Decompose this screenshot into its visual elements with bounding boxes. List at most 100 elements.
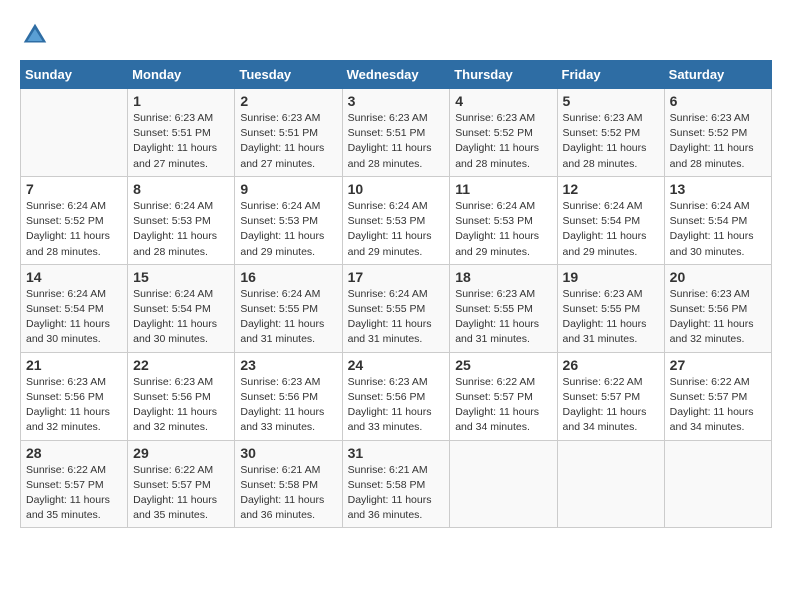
calendar-cell: 4Sunrise: 6:23 AM Sunset: 5:52 PM Daylig… (450, 89, 557, 177)
day-detail: Sunrise: 6:21 AM Sunset: 5:58 PM Dayligh… (348, 463, 445, 524)
logo (20, 20, 54, 50)
day-number: 28 (26, 445, 122, 461)
calendar-header-cell: Wednesday (342, 61, 450, 89)
calendar-cell: 24Sunrise: 6:23 AM Sunset: 5:56 PM Dayli… (342, 352, 450, 440)
calendar-cell (21, 89, 128, 177)
day-detail: Sunrise: 6:24 AM Sunset: 5:55 PM Dayligh… (240, 287, 336, 348)
day-number: 30 (240, 445, 336, 461)
calendar-header-cell: Saturday (664, 61, 771, 89)
calendar-cell: 13 Sunrise: 6:24 AM Sunset: 5:54 PM Dayli… (664, 176, 771, 264)
calendar-header-cell: Tuesday (235, 61, 342, 89)
day-detail: Sunrise: 6:23 AM Sunset: 5:51 PM Dayligh… (348, 111, 445, 172)
calendar-cell: 30Sunrise: 6:21 AM Sunset: 5:58 PM Dayli… (235, 440, 342, 528)
day-detail: Sunrise: 6:24 AM Sunset: 5:53 PM Dayligh… (240, 199, 336, 260)
day-number: 10 (348, 181, 445, 197)
day-number: 5 (563, 93, 659, 109)
calendar-header-cell: Monday (128, 61, 235, 89)
day-detail: Sunrise: 6:24 AM Sunset: 5:54 PM Dayligh… (26, 287, 122, 348)
calendar-cell: 8Sunrise: 6:24 AM Sunset: 5:53 PM Daylig… (128, 176, 235, 264)
calendar-cell: 7Sunrise: 6:24 AM Sunset: 5:52 PM Daylig… (21, 176, 128, 264)
day-detail: Sunrise: 6:24 AM Sunset: 5:54 PM Dayligh… (563, 199, 659, 260)
calendar-cell: 25 Sunrise: 6:22 AM Sunset: 5:57 PM Dayli… (450, 352, 557, 440)
day-number: 7 (26, 181, 122, 197)
calendar-cell: 1 Sunrise: 6:23 AM Sunset: 5:51 PM Daylig… (128, 89, 235, 177)
calendar-table: SundayMondayTuesdayWednesdayThursdayFrid… (20, 60, 772, 528)
day-number: 4 (455, 93, 551, 109)
day-number: 31 (348, 445, 445, 461)
calendar-cell: 10 Sunrise: 6:24 AM Sunset: 5:53 PM Dayli… (342, 176, 450, 264)
day-detail: Sunrise: 6:23 AM Sunset: 5:55 PM Dayligh… (455, 287, 551, 348)
day-number: 14 (26, 269, 122, 285)
day-number: 20 (670, 269, 766, 285)
day-detail: Sunrise: 6:22 AM Sunset: 5:57 PM Dayligh… (563, 375, 659, 436)
day-number: 12 (563, 181, 659, 197)
day-number: 29 (133, 445, 229, 461)
calendar-header-cell: Sunday (21, 61, 128, 89)
calendar-row: 28 Sunrise: 6:22 AM Sunset: 5:57 PM Dayli… (21, 440, 772, 528)
calendar-cell: 19Sunrise: 6:23 AM Sunset: 5:55 PM Dayli… (557, 264, 664, 352)
day-detail: Sunrise: 6:23 AM Sunset: 5:51 PM Dayligh… (240, 111, 336, 172)
calendar-header-cell: Thursday (450, 61, 557, 89)
calendar-cell: 17 Sunrise: 6:24 AM Sunset: 5:55 PM Dayli… (342, 264, 450, 352)
day-detail: Sunrise: 6:24 AM Sunset: 5:54 PM Dayligh… (670, 199, 766, 260)
calendar-cell: 21 Sunrise: 6:23 AM Sunset: 5:56 PM Dayli… (21, 352, 128, 440)
day-detail: Sunrise: 6:24 AM Sunset: 5:53 PM Dayligh… (348, 199, 445, 260)
day-detail: Sunrise: 6:22 AM Sunset: 5:57 PM Dayligh… (455, 375, 551, 436)
day-number: 11 (455, 181, 551, 197)
calendar-cell: 6 Sunrise: 6:23 AM Sunset: 5:52 PM Daylig… (664, 89, 771, 177)
calendar-cell (664, 440, 771, 528)
day-number: 18 (455, 269, 551, 285)
calendar-cell: 11Sunrise: 6:24 AM Sunset: 5:53 PM Dayli… (450, 176, 557, 264)
day-detail: Sunrise: 6:24 AM Sunset: 5:53 PM Dayligh… (133, 199, 229, 260)
calendar-cell: 14 Sunrise: 6:24 AM Sunset: 5:54 PM Dayli… (21, 264, 128, 352)
day-detail: Sunrise: 6:23 AM Sunset: 5:52 PM Dayligh… (563, 111, 659, 172)
day-number: 15 (133, 269, 229, 285)
calendar-cell: 31 Sunrise: 6:21 AM Sunset: 5:58 PM Dayli… (342, 440, 450, 528)
day-number: 17 (348, 269, 445, 285)
day-detail: Sunrise: 6:23 AM Sunset: 5:56 PM Dayligh… (26, 375, 122, 436)
day-number: 25 (455, 357, 551, 373)
calendar-cell: 29 Sunrise: 6:22 AM Sunset: 5:57 PM Dayli… (128, 440, 235, 528)
page-header (20, 20, 772, 50)
calendar-cell (557, 440, 664, 528)
calendar-cell: 15 Sunrise: 6:24 AM Sunset: 5:54 PM Dayli… (128, 264, 235, 352)
calendar-cell: 22 Sunrise: 6:23 AM Sunset: 5:56 PM Dayli… (128, 352, 235, 440)
calendar-cell: 20 Sunrise: 6:23 AM Sunset: 5:56 PM Dayli… (664, 264, 771, 352)
day-detail: Sunrise: 6:24 AM Sunset: 5:54 PM Dayligh… (133, 287, 229, 348)
day-detail: Sunrise: 6:22 AM Sunset: 5:57 PM Dayligh… (670, 375, 766, 436)
calendar-row: 1 Sunrise: 6:23 AM Sunset: 5:51 PM Daylig… (21, 89, 772, 177)
day-detail: Sunrise: 6:23 AM Sunset: 5:56 PM Dayligh… (133, 375, 229, 436)
day-number: 21 (26, 357, 122, 373)
day-number: 26 (563, 357, 659, 373)
calendar-cell: 28Sunrise: 6:22 AM Sunset: 5:57 PM Dayli… (21, 440, 128, 528)
calendar-cell: 2Sunrise: 6:23 AM Sunset: 5:51 PM Daylig… (235, 89, 342, 177)
calendar-header-cell: Friday (557, 61, 664, 89)
logo-icon (20, 20, 50, 50)
day-number: 6 (670, 93, 766, 109)
day-detail: Sunrise: 6:23 AM Sunset: 5:55 PM Dayligh… (563, 287, 659, 348)
calendar-cell: 3Sunrise: 6:23 AM Sunset: 5:51 PM Daylig… (342, 89, 450, 177)
calendar-row: 7Sunrise: 6:24 AM Sunset: 5:52 PM Daylig… (21, 176, 772, 264)
day-detail: Sunrise: 6:23 AM Sunset: 5:56 PM Dayligh… (670, 287, 766, 348)
calendar-cell: 5 Sunrise: 6:23 AM Sunset: 5:52 PM Daylig… (557, 89, 664, 177)
day-number: 27 (670, 357, 766, 373)
day-number: 1 (133, 93, 229, 109)
day-detail: Sunrise: 6:23 AM Sunset: 5:56 PM Dayligh… (240, 375, 336, 436)
day-detail: Sunrise: 6:23 AM Sunset: 5:51 PM Dayligh… (133, 111, 229, 172)
calendar-cell: 12 Sunrise: 6:24 AM Sunset: 5:54 PM Dayli… (557, 176, 664, 264)
calendar-body: 1 Sunrise: 6:23 AM Sunset: 5:51 PM Daylig… (21, 89, 772, 528)
calendar-cell: 9Sunrise: 6:24 AM Sunset: 5:53 PM Daylig… (235, 176, 342, 264)
day-number: 24 (348, 357, 445, 373)
calendar-row: 14 Sunrise: 6:24 AM Sunset: 5:54 PM Dayli… (21, 264, 772, 352)
day-number: 22 (133, 357, 229, 373)
day-detail: Sunrise: 6:23 AM Sunset: 5:52 PM Dayligh… (670, 111, 766, 172)
day-detail: Sunrise: 6:22 AM Sunset: 5:57 PM Dayligh… (133, 463, 229, 524)
calendar-cell: 18 Sunrise: 6:23 AM Sunset: 5:55 PM Dayli… (450, 264, 557, 352)
calendar-cell: 26 Sunrise: 6:22 AM Sunset: 5:57 PM Dayli… (557, 352, 664, 440)
day-number: 13 (670, 181, 766, 197)
day-number: 23 (240, 357, 336, 373)
day-number: 16 (240, 269, 336, 285)
day-detail: Sunrise: 6:24 AM Sunset: 5:55 PM Dayligh… (348, 287, 445, 348)
calendar-row: 21 Sunrise: 6:23 AM Sunset: 5:56 PM Dayli… (21, 352, 772, 440)
calendar-cell (450, 440, 557, 528)
